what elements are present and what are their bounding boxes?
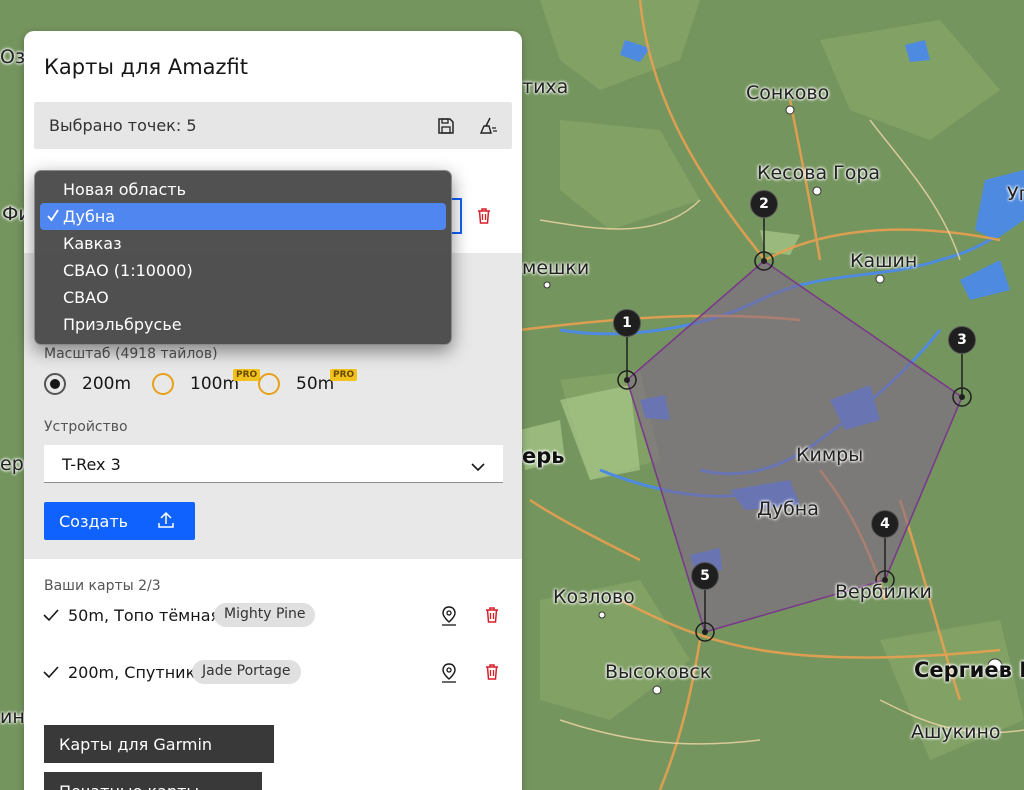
checkmark-icon xyxy=(47,207,59,227)
map-pin-icon[interactable] xyxy=(440,606,458,630)
scale-option-200m[interactable]: 200m xyxy=(44,373,131,395)
place-label: Сергиев П xyxy=(914,658,1024,682)
scale-option-label: 200m xyxy=(82,374,132,394)
radio-unchecked[interactable] xyxy=(152,373,174,395)
area-dropdown-menu[interactable]: Новая область Дубна Кавказ СВАО (1:10000… xyxy=(34,170,452,345)
place-label: Кимры xyxy=(796,444,864,466)
scale-option-50m[interactable]: 50m xyxy=(258,373,334,395)
dropdown-item[interactable]: Новая область xyxy=(40,176,446,203)
device-value: T-Rex 3 xyxy=(62,455,121,474)
dropdown-item-label: Новая область xyxy=(63,180,186,199)
point-marker[interactable]: 3 xyxy=(948,326,976,354)
delete-area-icon[interactable] xyxy=(472,204,496,228)
device-select[interactable]: T-Rex 3 xyxy=(44,445,503,483)
place-label: Кесова Гора xyxy=(757,162,881,184)
scale-option-100m[interactable]: 100m xyxy=(152,373,239,395)
place-label: Кашин xyxy=(850,250,918,272)
dropdown-item-selected[interactable]: Дубна xyxy=(40,203,446,230)
check-icon xyxy=(42,606,60,628)
scale-option-label: 100m xyxy=(190,374,240,394)
panel-title: Карты для Amazfit xyxy=(44,55,249,79)
print-maps-button[interactable]: Печатные карты xyxy=(44,772,262,790)
dropdown-item-label: Дубна xyxy=(63,207,116,226)
save-icon[interactable] xyxy=(434,114,458,138)
chevron-down-icon xyxy=(471,457,485,476)
map-pin-icon[interactable] xyxy=(440,663,458,687)
upload-icon xyxy=(157,511,175,533)
points-count: Выбрано точек: 5 xyxy=(49,116,197,135)
map-list-item: 200m, Спутник Jade Portage xyxy=(42,659,512,687)
map-name: 50m, Топо тёмная xyxy=(68,606,221,625)
dropdown-item-label: СВАО xyxy=(63,288,109,307)
place-label: Сонково xyxy=(746,82,830,104)
delete-map-icon[interactable] xyxy=(483,663,501,685)
radio-checked[interactable] xyxy=(44,373,66,395)
place-label: Вербилки xyxy=(835,581,932,603)
garmin-maps-button[interactable]: Карты для Garmin xyxy=(44,725,274,763)
dropdown-item-label: СВАО (1:10000) xyxy=(63,261,193,280)
radio-unchecked[interactable] xyxy=(258,373,280,395)
point-marker[interactable]: 4 xyxy=(871,510,899,538)
place-label: Ашукино xyxy=(911,721,1001,743)
check-icon xyxy=(42,663,60,685)
dropdown-item-label: Кавказ xyxy=(63,234,122,253)
place-label: Высоковск xyxy=(605,661,712,683)
broom-icon[interactable] xyxy=(476,114,500,138)
map-tag: Mighty Pine xyxy=(214,603,316,627)
dropdown-item-label: Приэльбрусье xyxy=(63,315,182,334)
dropdown-item[interactable]: Кавказ xyxy=(40,230,446,257)
create-button-label: Создать xyxy=(59,511,129,531)
place-label: ин xyxy=(0,706,25,728)
your-maps-title: Ваши карты 2/3 xyxy=(44,578,161,594)
map-tag: Jade Portage xyxy=(192,660,301,684)
place-label: Дубна xyxy=(757,498,819,520)
point-marker[interactable]: 1 xyxy=(613,309,641,337)
dropdown-item[interactable]: Приэльбрусье xyxy=(40,311,446,338)
place-label: Козлово xyxy=(553,586,635,608)
point-marker[interactable]: 2 xyxy=(750,190,778,218)
side-panel: Карты для Amazfit Выбрано точек: 5 Масшт… xyxy=(24,31,522,790)
map-list-item: 50m, Топо тёмная Mighty Pine xyxy=(42,602,512,630)
create-button[interactable]: Создать xyxy=(44,502,195,540)
device-label: Устройство xyxy=(44,419,128,435)
scale-option-label: 50m xyxy=(296,374,335,394)
place-label: мешки xyxy=(522,257,590,279)
delete-map-icon[interactable] xyxy=(483,606,501,628)
scale-label: Масштаб (4918 тайлов) xyxy=(44,346,218,362)
place-label: Уг xyxy=(1007,183,1024,205)
place-label: тиха xyxy=(522,76,569,98)
pro-badge: PRO xyxy=(233,369,261,381)
map-name: 200m, Спутник xyxy=(68,663,196,682)
dropdown-item[interactable]: СВАО xyxy=(40,284,446,311)
dropdown-item[interactable]: СВАО (1:10000) xyxy=(40,257,446,284)
points-bar: Выбрано точек: 5 xyxy=(34,102,512,149)
pro-badge: PRO xyxy=(330,369,358,381)
point-marker[interactable]: 5 xyxy=(691,562,719,590)
place-label: ерь xyxy=(522,444,565,468)
